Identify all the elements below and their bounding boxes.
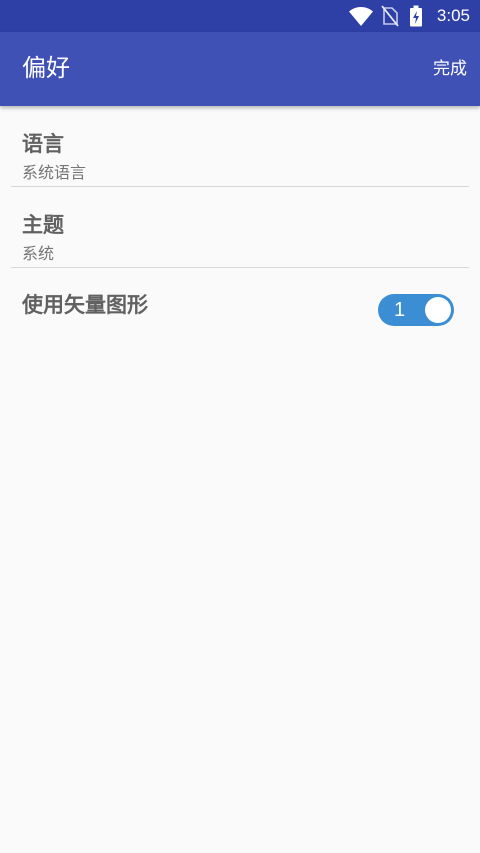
- app-bar: 偏好 完成: [0, 32, 480, 106]
- setting-language[interactable]: 语言 系统语言: [11, 106, 469, 187]
- setting-theme[interactable]: 主题 系统: [11, 187, 469, 268]
- toggle-state-text: 1: [394, 299, 406, 321]
- setting-language-value: 系统语言: [22, 163, 87, 182]
- battery-charging-icon: [410, 5, 422, 27]
- toggle-knob: [425, 297, 451, 323]
- no-sim-icon: [381, 5, 399, 27]
- page-title: 偏好: [22, 54, 70, 82]
- setting-theme-title: 主题: [22, 213, 64, 237]
- setting-vector-graphics-title: 使用矢量图形: [22, 293, 148, 317]
- status-time: 3:05: [436, 6, 470, 25]
- vector-graphics-toggle[interactable]: 1: [378, 294, 454, 326]
- wifi-icon: [349, 7, 373, 26]
- setting-language-title: 语言: [22, 132, 64, 156]
- setting-theme-value: 系统: [22, 244, 55, 263]
- status-bar: 3:05: [0, 0, 480, 32]
- done-button[interactable]: 完成: [433, 57, 467, 81]
- settings-list: 语言 系统语言 主题 系统: [0, 106, 480, 268]
